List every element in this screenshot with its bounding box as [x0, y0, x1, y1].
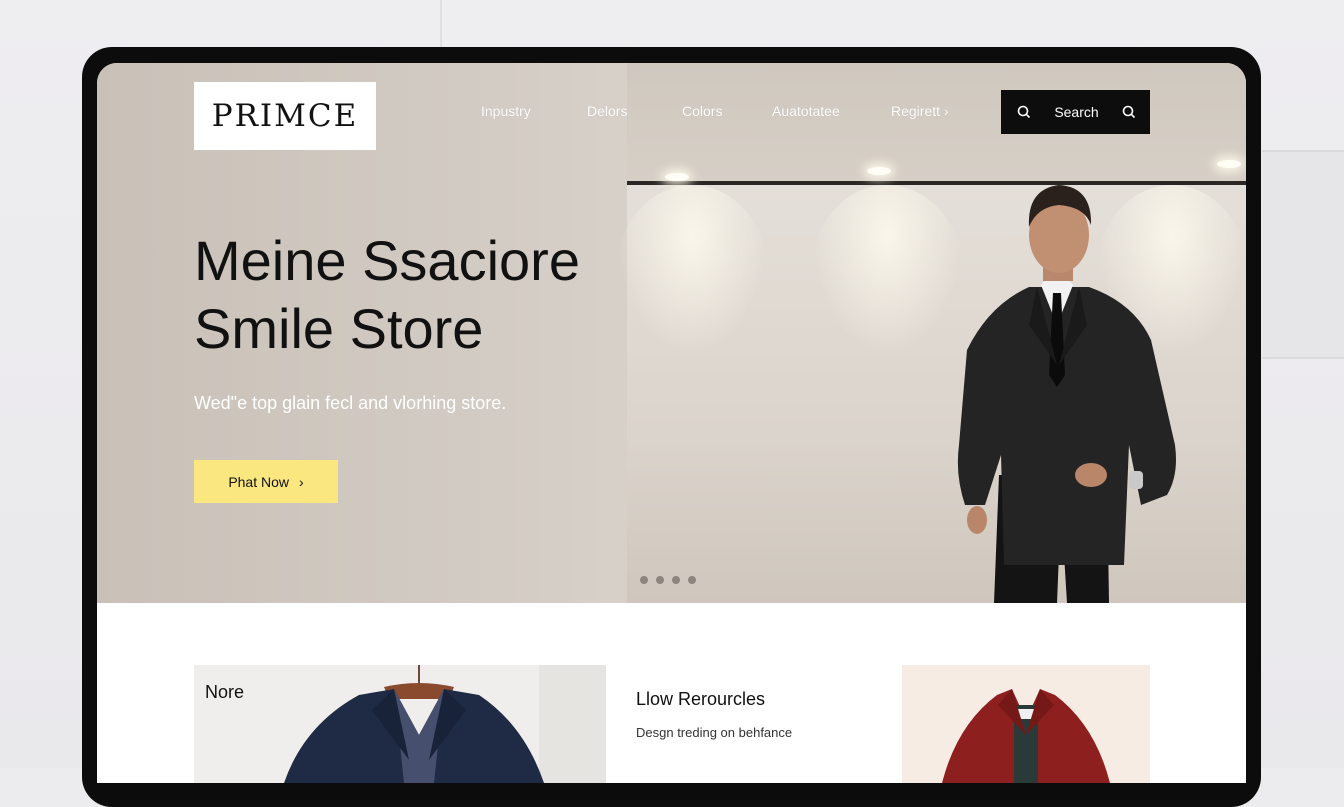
hero-tagline: Wed"e top glain fecl and vlorhing store.: [194, 393, 507, 413]
product-card[interactable]: Nore: [194, 665, 606, 783]
card-title: Nore: [205, 682, 245, 702]
ceiling-light: [1217, 160, 1241, 168]
wall-panel: [1262, 150, 1344, 359]
hero-headline: Meine Ssaciore Smile Store: [194, 227, 714, 363]
carousel-dot[interactable]: [688, 576, 696, 584]
carousel-dot[interactable]: [672, 576, 680, 584]
ceiling-light: [665, 173, 689, 181]
carousel-dot[interactable]: [640, 576, 648, 584]
hero-ceiling: [627, 63, 1246, 181]
resources-subtitle: Desgn treding on behfance: [636, 725, 793, 740]
nav-item-colors[interactable]: Colors: [682, 103, 722, 119]
hero-model-image: [957, 185, 1176, 603]
shop-now-label: Phat Now: [228, 473, 290, 490]
featured-section: Nore Llow Rerourcles Desgn treding on be…: [97, 603, 1246, 783]
nav-item-regirett[interactable]: Regirett ›: [891, 103, 949, 119]
resources-title[interactable]: Llow Rerourcles: [636, 689, 765, 710]
product-card[interactable]: [902, 665, 1150, 783]
ceiling-light: [867, 167, 891, 175]
website-screen: PRIMCE Inpustry Delors Colors Auatotatee…: [97, 63, 1246, 783]
hero-headline-line1: Meine Ssaciore: [194, 229, 580, 292]
brand-logo-text: PRIMCE: [211, 98, 359, 134]
carousel-dot[interactable]: [656, 576, 664, 584]
shop-now-button[interactable]: Phat Now ›: [194, 460, 338, 503]
search-icon: [1122, 105, 1136, 119]
carousel-dots: [640, 576, 696, 584]
hero-banner: PRIMCE Inpustry Delors Colors Auatotatee…: [97, 63, 1246, 603]
search-icon: [1017, 105, 1031, 119]
red-jacket-image: [942, 689, 1110, 783]
search-button[interactable]: Search: [1001, 90, 1150, 134]
wall-divider: [440, 0, 442, 48]
nav-item-inpustry[interactable]: Inpustry: [481, 103, 531, 119]
search-label: Search: [1054, 104, 1099, 120]
chevron-right-icon: ›: [299, 473, 304, 490]
nav-item-delors[interactable]: Delors: [587, 103, 627, 119]
brand-logo[interactable]: PRIMCE: [194, 82, 376, 150]
hero-headline-line2: Smile Store: [194, 297, 484, 360]
jacket-image: [284, 665, 606, 783]
nav-item-auatotatee[interactable]: Auatotatee: [772, 103, 840, 119]
